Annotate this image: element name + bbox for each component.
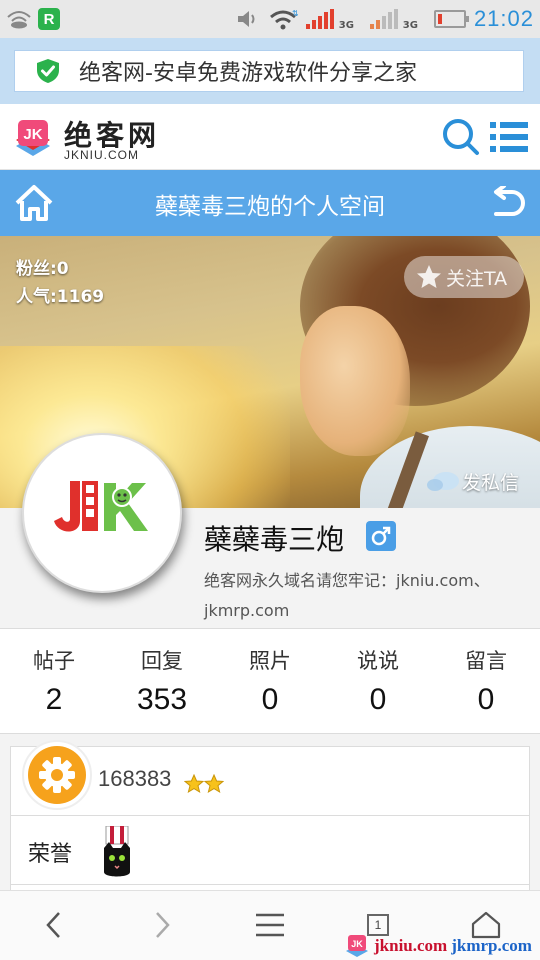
clock: 21:02 [473,6,534,31]
watermark-domain-2: jkmrp.com [451,936,532,955]
status-bar: R ⇅ 3G 3G 21:02 [0,0,540,38]
stat-value: 0 [369,683,387,716]
search-icon[interactable] [440,116,480,156]
user-signature: 绝客网永久域名请您牢记：jkniu.com、jkmrp.com [204,571,490,620]
private-message-button[interactable]: 发私信 [426,468,519,495]
chevron-right-icon [156,912,170,938]
honor-cat-badge-icon [104,826,130,877]
logo-subtitle: JKNIU.COM [64,148,139,162]
nav-forward-button[interactable] [142,907,182,943]
stat-value: 0 [261,683,279,716]
stat-label: 留言 [465,649,507,673]
page-title-bar: 蘗蘗毒三炮的个人空间 [0,170,540,236]
chat-bubble-icon [427,471,459,491]
watermark-domain-1: jkniu.com [374,936,448,955]
jk-logo-icon [54,481,148,532]
stat-label: 说说 [357,649,399,673]
stat-label: 回复 [141,649,183,673]
battery-icon [433,10,469,28]
volume-icon [237,11,255,27]
fans-count: 粉丝:0 [16,259,69,279]
stat-replies[interactable]: 回复 353 [108,629,216,733]
private-message-label: 发私信 [462,472,520,494]
stat-messages[interactable]: 留言 0 [432,629,540,733]
svg-text:JK: JK [23,126,42,143]
stat-moments[interactable]: 说说 0 [324,629,432,733]
user-id: 168383 [98,766,172,791]
shield-check-icon [37,59,59,83]
svg-text:JK: JK [351,939,363,949]
stat-value: 353 [136,683,188,716]
banner-text: 绝客网-安卓免费游戏软件分享之家 [79,61,417,86]
svg-text:⇅: ⇅ [292,9,298,18]
stat-label: 照片 [249,649,291,673]
popularity-count: 人气:1169 [16,287,105,307]
level-stars-icon [184,774,224,794]
banner-box[interactable]: 绝客网-安卓免费游戏软件分享之家 [14,50,524,92]
avatar[interactable] [22,433,182,593]
stat-value: 0 [477,683,495,716]
stat-photos[interactable]: 照片 0 [216,629,324,733]
back-arrow-icon[interactable] [490,186,526,220]
watermark: JK jkniu.com jkmrp.com [344,933,532,959]
nav-menu-button[interactable] [250,907,290,943]
site-banner: 绝客网-安卓免费游戏软件分享之家 [0,38,540,104]
stat-value: 2 [45,683,63,716]
nav-back-button[interactable] [34,907,74,943]
stats-bar: 帖子 2 回复 353 照片 0 说说 0 留言 0 [0,628,540,734]
watermark-logo-icon: JK [346,935,368,957]
stat-posts[interactable]: 帖子 2 [0,629,108,733]
follow-label: 关注TA [446,267,508,290]
follow-button[interactable]: 关注TA [404,256,524,298]
stat-label: 帖子 [33,649,75,673]
star-icon [417,265,441,288]
honor-label: 荣誉 [28,842,73,867]
app-badge-icon: R [38,8,60,30]
level-gear-icon [22,740,92,810]
chevron-left-icon [46,912,60,938]
hamburger-icon [256,913,284,937]
signal-1-icon: 3G [305,9,354,31]
row-divider [10,884,530,885]
menu-list-icon[interactable] [490,121,528,153]
wifi-cloud-icon [7,11,31,29]
row-divider [10,815,530,816]
gender-male-icon [366,521,396,551]
site-logo-icon[interactable]: JK [12,116,54,162]
page-title: 蘗蘗毒三炮的个人空间 [155,194,385,220]
signal-2-icon: 3G [369,9,418,31]
wifi-icon: ⇅ [269,9,298,30]
username: 蘗蘗毒三炮 [204,523,345,556]
